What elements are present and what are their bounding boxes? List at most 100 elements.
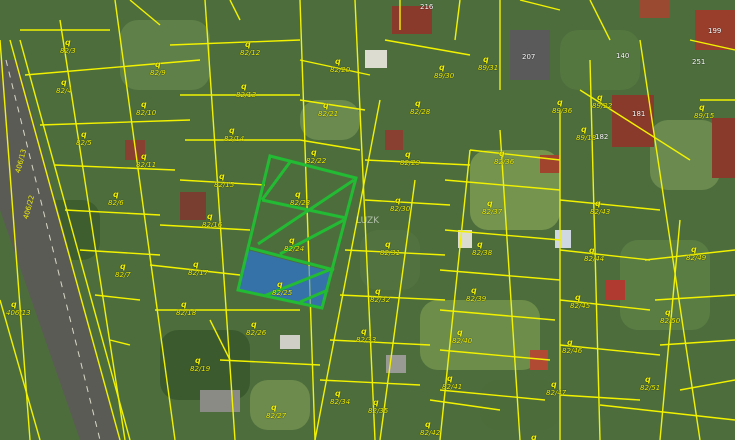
parcel-label-p-82-36[interactable]: q 82/36 bbox=[494, 149, 514, 166]
parcel-label-p-82-34[interactable]: q 82/34 bbox=[330, 389, 350, 406]
parcel-number: 82/5 bbox=[76, 139, 92, 147]
parcel-number: 82/35 bbox=[368, 407, 389, 415]
parcel-label-p-82-42[interactable]: q 82/42 bbox=[420, 420, 440, 437]
building-number: 216 bbox=[420, 3, 434, 11]
parcel-marker-icon: q bbox=[471, 286, 477, 295]
parcel-label-p-82-35[interactable]: q 82/35 bbox=[368, 398, 388, 415]
building-number: 140 bbox=[616, 52, 630, 60]
parcel-label-p-89-30[interactable]: q 89/30 bbox=[434, 63, 454, 80]
parcel-marker-icon: q bbox=[457, 328, 463, 337]
parcel-label-p-89-36[interactable]: q 89/36 bbox=[552, 98, 572, 115]
parcel-label-p-82-27[interactable]: q 82/27 bbox=[266, 403, 286, 420]
parcel-number: 82/6 bbox=[108, 199, 124, 207]
parcel-label-p-82-22[interactable]: q 82/22 bbox=[306, 148, 326, 165]
parcel-label-p-82-46[interactable]: q 82/46 bbox=[562, 338, 582, 355]
parcel-label-p-82-13[interactable]: q 82/13 bbox=[236, 82, 256, 99]
parcel-label-p-82-51[interactable]: q 82/51 bbox=[640, 375, 660, 392]
parcel-label-p-82-33[interactable]: q 82/33 bbox=[356, 327, 376, 344]
parcel-label-p-82-17[interactable]: q 82/17 bbox=[188, 260, 208, 277]
parcel-marker-icon: q bbox=[113, 190, 119, 199]
parcel-label-p-82-4[interactable]: q 82/4 bbox=[56, 78, 72, 95]
parcel-number: 82/34 bbox=[330, 398, 351, 406]
parcel-label-p-82-28[interactable]: q 82/28 bbox=[410, 99, 430, 116]
parcel-label-p-82-37[interactable]: q 82/37 bbox=[482, 199, 502, 216]
watermark-text: LUZK bbox=[356, 216, 380, 226]
parcel-marker-icon: q bbox=[447, 374, 453, 383]
parcel-label-p-89-22[interactable]: q 89/22 bbox=[592, 93, 612, 110]
parcel-label-p-82-39[interactable]: q 82/39 bbox=[466, 286, 486, 303]
parcel-marker-icon: q bbox=[699, 103, 705, 112]
parcel-label-p-82-10[interactable]: q 82/10 bbox=[136, 100, 156, 117]
parcel-label-p-82-38[interactable]: q 82/38 bbox=[472, 240, 492, 257]
parcel-label-p-82-20[interactable]: q 82/20 bbox=[330, 57, 350, 74]
parcel-label-p-82-32[interactable]: q 82/32 bbox=[370, 287, 390, 304]
parcel-boundary bbox=[129, 0, 161, 26]
parcel-label-p-82-15[interactable]: q 82/15 bbox=[214, 172, 234, 189]
parcel-label-p-82-14[interactable]: q 82/14 bbox=[224, 126, 244, 143]
parcel-label-p-82-19[interactable]: q 82/19 bbox=[190, 356, 210, 373]
parcel-label-p-82-29[interactable]: q 82/29 bbox=[400, 150, 420, 167]
parcel-label-p-82-44[interactable]: q 82/44 bbox=[584, 246, 604, 263]
parcel-marker-icon: q bbox=[193, 260, 199, 269]
parcel-number: 82/24 bbox=[284, 245, 305, 253]
parcel-label-p-82-24[interactable]: q 82/24 bbox=[284, 236, 304, 253]
parcel-number: 82/27 bbox=[266, 412, 287, 420]
parcel-boundary bbox=[299, 0, 316, 440]
parcel-label-p-82-26[interactable]: q 82/26 bbox=[246, 320, 266, 337]
parcel-label-p-82-40[interactable]: q 82/40 bbox=[452, 328, 472, 345]
parcel-number: 82/42 bbox=[420, 429, 441, 437]
parcel-label-p-89-31[interactable]: q 89/31 bbox=[478, 55, 498, 72]
cadastral-map[interactable]: q 82/3 q 82/4 q 82/5 q 82/6 q 82/7 q 82/9 q 82/10 q 82/… bbox=[0, 0, 735, 440]
parcel-label-p-82-23[interactable]: q 82/23 bbox=[290, 190, 310, 207]
parcel-marker-icon: q bbox=[289, 236, 295, 245]
parcel-marker-icon: q bbox=[295, 190, 301, 199]
parcel-boundary bbox=[659, 339, 735, 346]
parcel-marker-icon: q bbox=[335, 389, 341, 398]
parcel-label-p-82-47[interactable]: q 82/47 bbox=[546, 380, 566, 397]
parcel-marker-icon: q bbox=[335, 57, 341, 66]
parcel-label-p-82-45[interactable]: q 82/45 bbox=[570, 293, 590, 310]
parcel-label-p-82-18[interactable]: q 82/18 bbox=[176, 300, 196, 317]
parcel-marker-icon: q bbox=[141, 152, 147, 161]
parcel-marker-icon: q bbox=[141, 100, 147, 109]
parcel-label-p-82-12[interactable]: q 82/12 bbox=[240, 40, 260, 57]
parcel-marker-icon: q bbox=[597, 93, 603, 102]
parcel-label-p-82-49[interactable]: q 82/49 bbox=[686, 245, 706, 262]
parcel-number: 82/33 bbox=[356, 336, 377, 344]
parcel-marker-icon: q bbox=[581, 125, 587, 134]
parcel-label-p-82-50[interactable]: q 82/50 bbox=[660, 308, 680, 325]
parcel-label-p-82-31[interactable]: q 82/31 bbox=[380, 240, 400, 257]
parcel-label-p-406-13[interactable]: q 406/13 bbox=[6, 300, 31, 317]
parcel-label-p-82-9[interactable]: q 82/9 bbox=[150, 60, 166, 77]
parcel-label-p-82-5[interactable]: q 82/5 bbox=[76, 130, 92, 147]
parcel-label-p-82-7[interactable]: q 82/7 bbox=[115, 262, 131, 279]
parcel-label-p-82-11[interactable]: q 82/11 bbox=[136, 152, 156, 169]
parcel-number: 82/12 bbox=[240, 49, 261, 57]
parcel-marker-icon: q bbox=[229, 126, 235, 135]
parcel-number: 82/32 bbox=[370, 296, 391, 304]
parcel-number: 82/25 bbox=[272, 289, 293, 297]
parcel-marker-icon: q bbox=[487, 199, 493, 208]
parcel-boundary bbox=[679, 379, 735, 391]
parcel-label-p-82-21[interactable]: q 82/21 bbox=[318, 101, 338, 118]
parcel-boundary bbox=[319, 379, 421, 386]
parcel-number: 406/13 bbox=[6, 309, 31, 317]
parcel-label-p-89-18[interactable]: q 89/18 bbox=[576, 125, 596, 142]
parcel-label-p-82-30[interactable]: q 82/30 bbox=[390, 196, 410, 213]
parcel-marker-icon: q bbox=[405, 150, 411, 159]
parcel-label-p-82-41[interactable]: q 82/41 bbox=[442, 374, 462, 391]
parcel-boundary bbox=[469, 149, 561, 161]
parcel-label-p-82-48[interactable]: q82/48 bbox=[526, 433, 546, 440]
parcel-label-p-89-15[interactable]: q 89/15 bbox=[694, 103, 714, 120]
parcel-label-p-82-3[interactable]: q 82/3 bbox=[60, 38, 76, 55]
parcel-number: 82/31 bbox=[380, 249, 401, 257]
parcel-label-p-82-16[interactable]: q 82/16 bbox=[202, 212, 222, 229]
parcel-number: 82/46 bbox=[562, 347, 583, 355]
parcel-marker-icon: q bbox=[241, 82, 247, 91]
parcel-label-p-82-43[interactable]: q 82/43 bbox=[590, 199, 610, 216]
parcel-number: 82/40 bbox=[452, 337, 473, 345]
parcel-label-p-82-6[interactable]: q 82/6 bbox=[108, 190, 124, 207]
parcel-number: 82/38 bbox=[472, 249, 493, 257]
parcel-label-p-82-25[interactable]: q 82/25 bbox=[272, 280, 292, 297]
parcel-marker-icon: q bbox=[691, 245, 697, 254]
